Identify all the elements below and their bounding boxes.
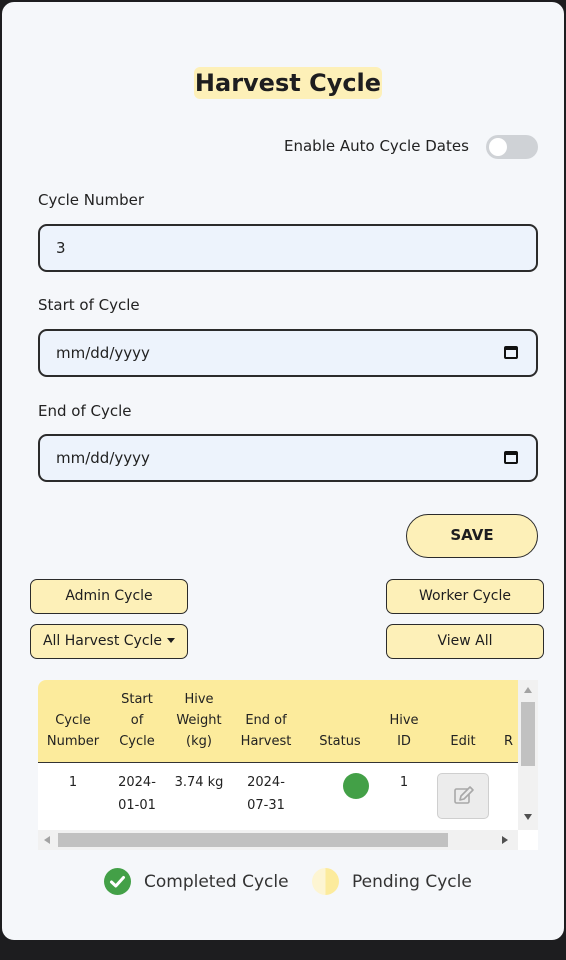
cell-hive-id: 1 [399, 775, 409, 790]
end-of-cycle-label: End of Cycle [38, 402, 132, 420]
pending-half-circle-icon [312, 868, 339, 895]
legend-pending-label: Pending Cycle [352, 872, 472, 892]
cell-start-date: 2024- 01-01 [118, 775, 156, 813]
end-date-placeholder: mm/dd/yyyy [56, 449, 150, 467]
cell-cycle-number: 1 [68, 775, 78, 790]
start-of-cycle-label: Start of Cycle [38, 296, 140, 314]
legend-completed-label: Completed Cycle [144, 872, 289, 892]
header-end-of-harvest: End of Harvest [240, 713, 292, 749]
header-cycle-number: Cycle Number [46, 713, 100, 749]
auto-cycle-dates-label: Enable Auto Cycle Dates [284, 137, 469, 155]
horizontal-scroll-thumb[interactable] [58, 833, 448, 847]
calendar-icon[interactable] [504, 346, 518, 359]
worker-cycle-button[interactable]: Worker Cycle [386, 579, 544, 614]
all-harvest-cycle-dropdown[interactable]: All Harvest Cycle [30, 624, 188, 659]
cycle-number-value: 3 [56, 239, 66, 257]
edit-button[interactable] [437, 773, 489, 819]
header-hive-weight: Hive Weight (kg) [176, 692, 222, 749]
vertical-scroll-thumb[interactable] [521, 702, 535, 766]
end-of-cycle-date-input[interactable]: mm/dd/yyyy [38, 434, 538, 482]
harvest-cycle-table: Cycle Number Start of Cycle Hive Weight (kg) … [38, 680, 538, 850]
start-date-placeholder: mm/dd/yyyy [56, 344, 150, 362]
header-status: Status [319, 734, 361, 749]
cell-end-date: 2024- 07-31 [247, 775, 285, 813]
header-truncated: R [504, 734, 514, 749]
cycle-number-label: Cycle Number [38, 191, 145, 209]
pencil-icon [454, 786, 474, 804]
table-header: Cycle Number Start of Cycle Hive Weight (kg) … [38, 680, 518, 763]
all-harvest-cycle-label: All Harvest Cycle [42, 633, 163, 649]
view-all-button[interactable]: View All [386, 624, 544, 659]
scroll-down-arrow-icon[interactable] [524, 814, 532, 820]
caret-down-icon [167, 638, 176, 643]
scroll-up-arrow-icon[interactable] [524, 687, 532, 693]
bottom-bar [0, 940, 566, 960]
cycle-number-input[interactable]: 3 [38, 224, 538, 272]
cell-hive-weight: 3.74 kg [174, 775, 224, 790]
calendar-icon[interactable] [504, 451, 518, 464]
save-button[interactable]: SAVE [406, 514, 538, 558]
admin-cycle-button[interactable]: Admin Cycle [30, 579, 188, 614]
page-title: Harvest Cycle [194, 67, 382, 99]
status-completed-indicator [343, 773, 369, 799]
scroll-left-arrow-icon[interactable] [44, 836, 50, 844]
scroll-right-arrow-icon[interactable] [502, 836, 508, 844]
completed-check-icon [104, 868, 131, 895]
toggle-knob [489, 138, 507, 156]
harvest-cycle-card: Harvest Cycle Enable Auto Cycle Dates Cy… [0, 0, 566, 942]
header-start-of-cycle: Start of Cycle [119, 692, 155, 749]
header-edit: Edit [450, 734, 476, 749]
header-hive-id: Hive ID [389, 713, 419, 749]
start-of-cycle-date-input[interactable]: mm/dd/yyyy [38, 329, 538, 377]
vertical-scrollbar[interactable] [518, 680, 538, 830]
horizontal-scrollbar[interactable] [38, 830, 518, 850]
auto-cycle-dates-toggle[interactable] [486, 135, 538, 159]
